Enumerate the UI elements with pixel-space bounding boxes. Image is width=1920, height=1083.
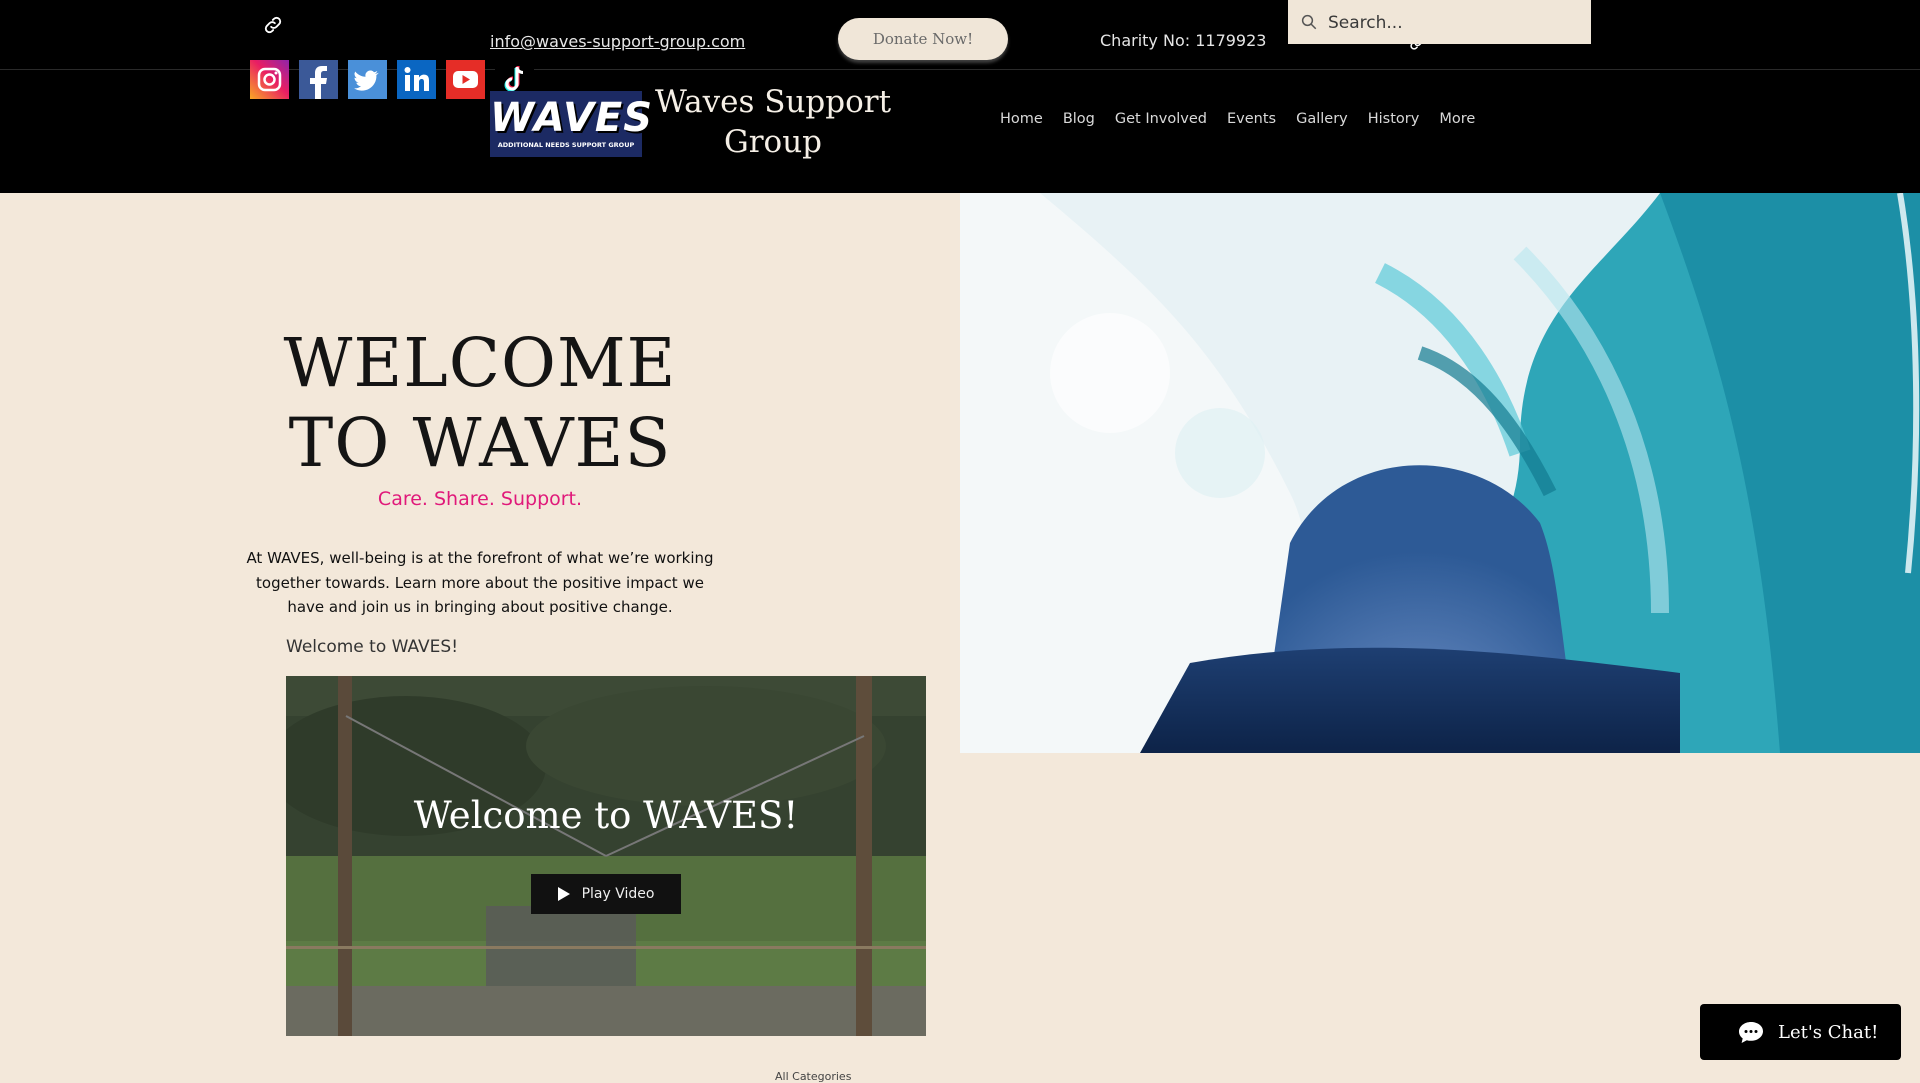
chat-bubble-icon [1739, 1022, 1763, 1043]
video-thumbnail [286, 676, 926, 1036]
main-nav: Home Blog Get Involved Events Gallery Hi… [1000, 111, 1495, 127]
search-bar[interactable] [1288, 0, 1591, 46]
search-icon [1301, 14, 1317, 30]
wave-hero-image [960, 193, 1920, 753]
charity-number: Charity No: 1179923 [1100, 31, 1267, 50]
nav-get-involved[interactable]: Get Involved [1115, 111, 1207, 127]
twitter-icon[interactable] [348, 60, 387, 99]
hero-intro: At WAVES, well-being is at the forefront… [246, 549, 714, 616]
email-link[interactable]: info@waves-support-group.com [490, 32, 745, 51]
hero-title: WELCOME TO WAVES [230, 323, 730, 483]
facebook-icon[interactable] [299, 60, 338, 99]
video-label: Welcome to WAVES! [286, 637, 459, 657]
instagram-icon[interactable] [250, 60, 289, 99]
nav-events[interactable]: Events [1227, 111, 1276, 127]
youtube-icon[interactable] [446, 60, 485, 99]
logo-text: WAVES [490, 95, 654, 141]
logo-subtext: ADDITIONAL NEEDS SUPPORT GROUP [497, 141, 635, 149]
nav-blog[interactable]: Blog [1063, 111, 1095, 127]
donate-button[interactable]: Donate Now! [838, 18, 1008, 60]
waves-logo[interactable]: WAVES ADDITIONAL NEEDS SUPPORT GROUP [490, 91, 654, 157]
nav-history[interactable]: History [1368, 111, 1420, 127]
chat-label: Let's Chat! [1778, 1021, 1879, 1043]
nav-home[interactable]: Home [1000, 111, 1043, 127]
play-video-button[interactable]: Play Video [531, 874, 681, 914]
blog-categories-dropdown[interactable]: All Categories [775, 1070, 851, 1083]
hero-tagline: Care. Share. Support. [377, 488, 583, 510]
hero-title-line2: TO WAVES [288, 404, 672, 482]
hero-title-line1: WELCOME [283, 324, 677, 402]
search-input[interactable] [1326, 0, 1585, 46]
nav-gallery[interactable]: Gallery [1296, 111, 1348, 127]
linkedin-icon[interactable] [397, 60, 436, 99]
video-player[interactable]: Welcome to WAVES! Play Video [286, 676, 926, 1036]
categories-label: All Categories [775, 1070, 852, 1083]
video-title: Welcome to WAVES! [413, 794, 799, 837]
play-icon [557, 887, 570, 901]
link-icon[interactable] [262, 14, 284, 40]
chat-button[interactable]: Let's Chat! [1700, 1004, 1901, 1060]
play-video-label: Play Video [581, 886, 655, 902]
nav-more[interactable]: More [1439, 111, 1475, 127]
site-title[interactable]: Waves Support Group [650, 82, 896, 162]
